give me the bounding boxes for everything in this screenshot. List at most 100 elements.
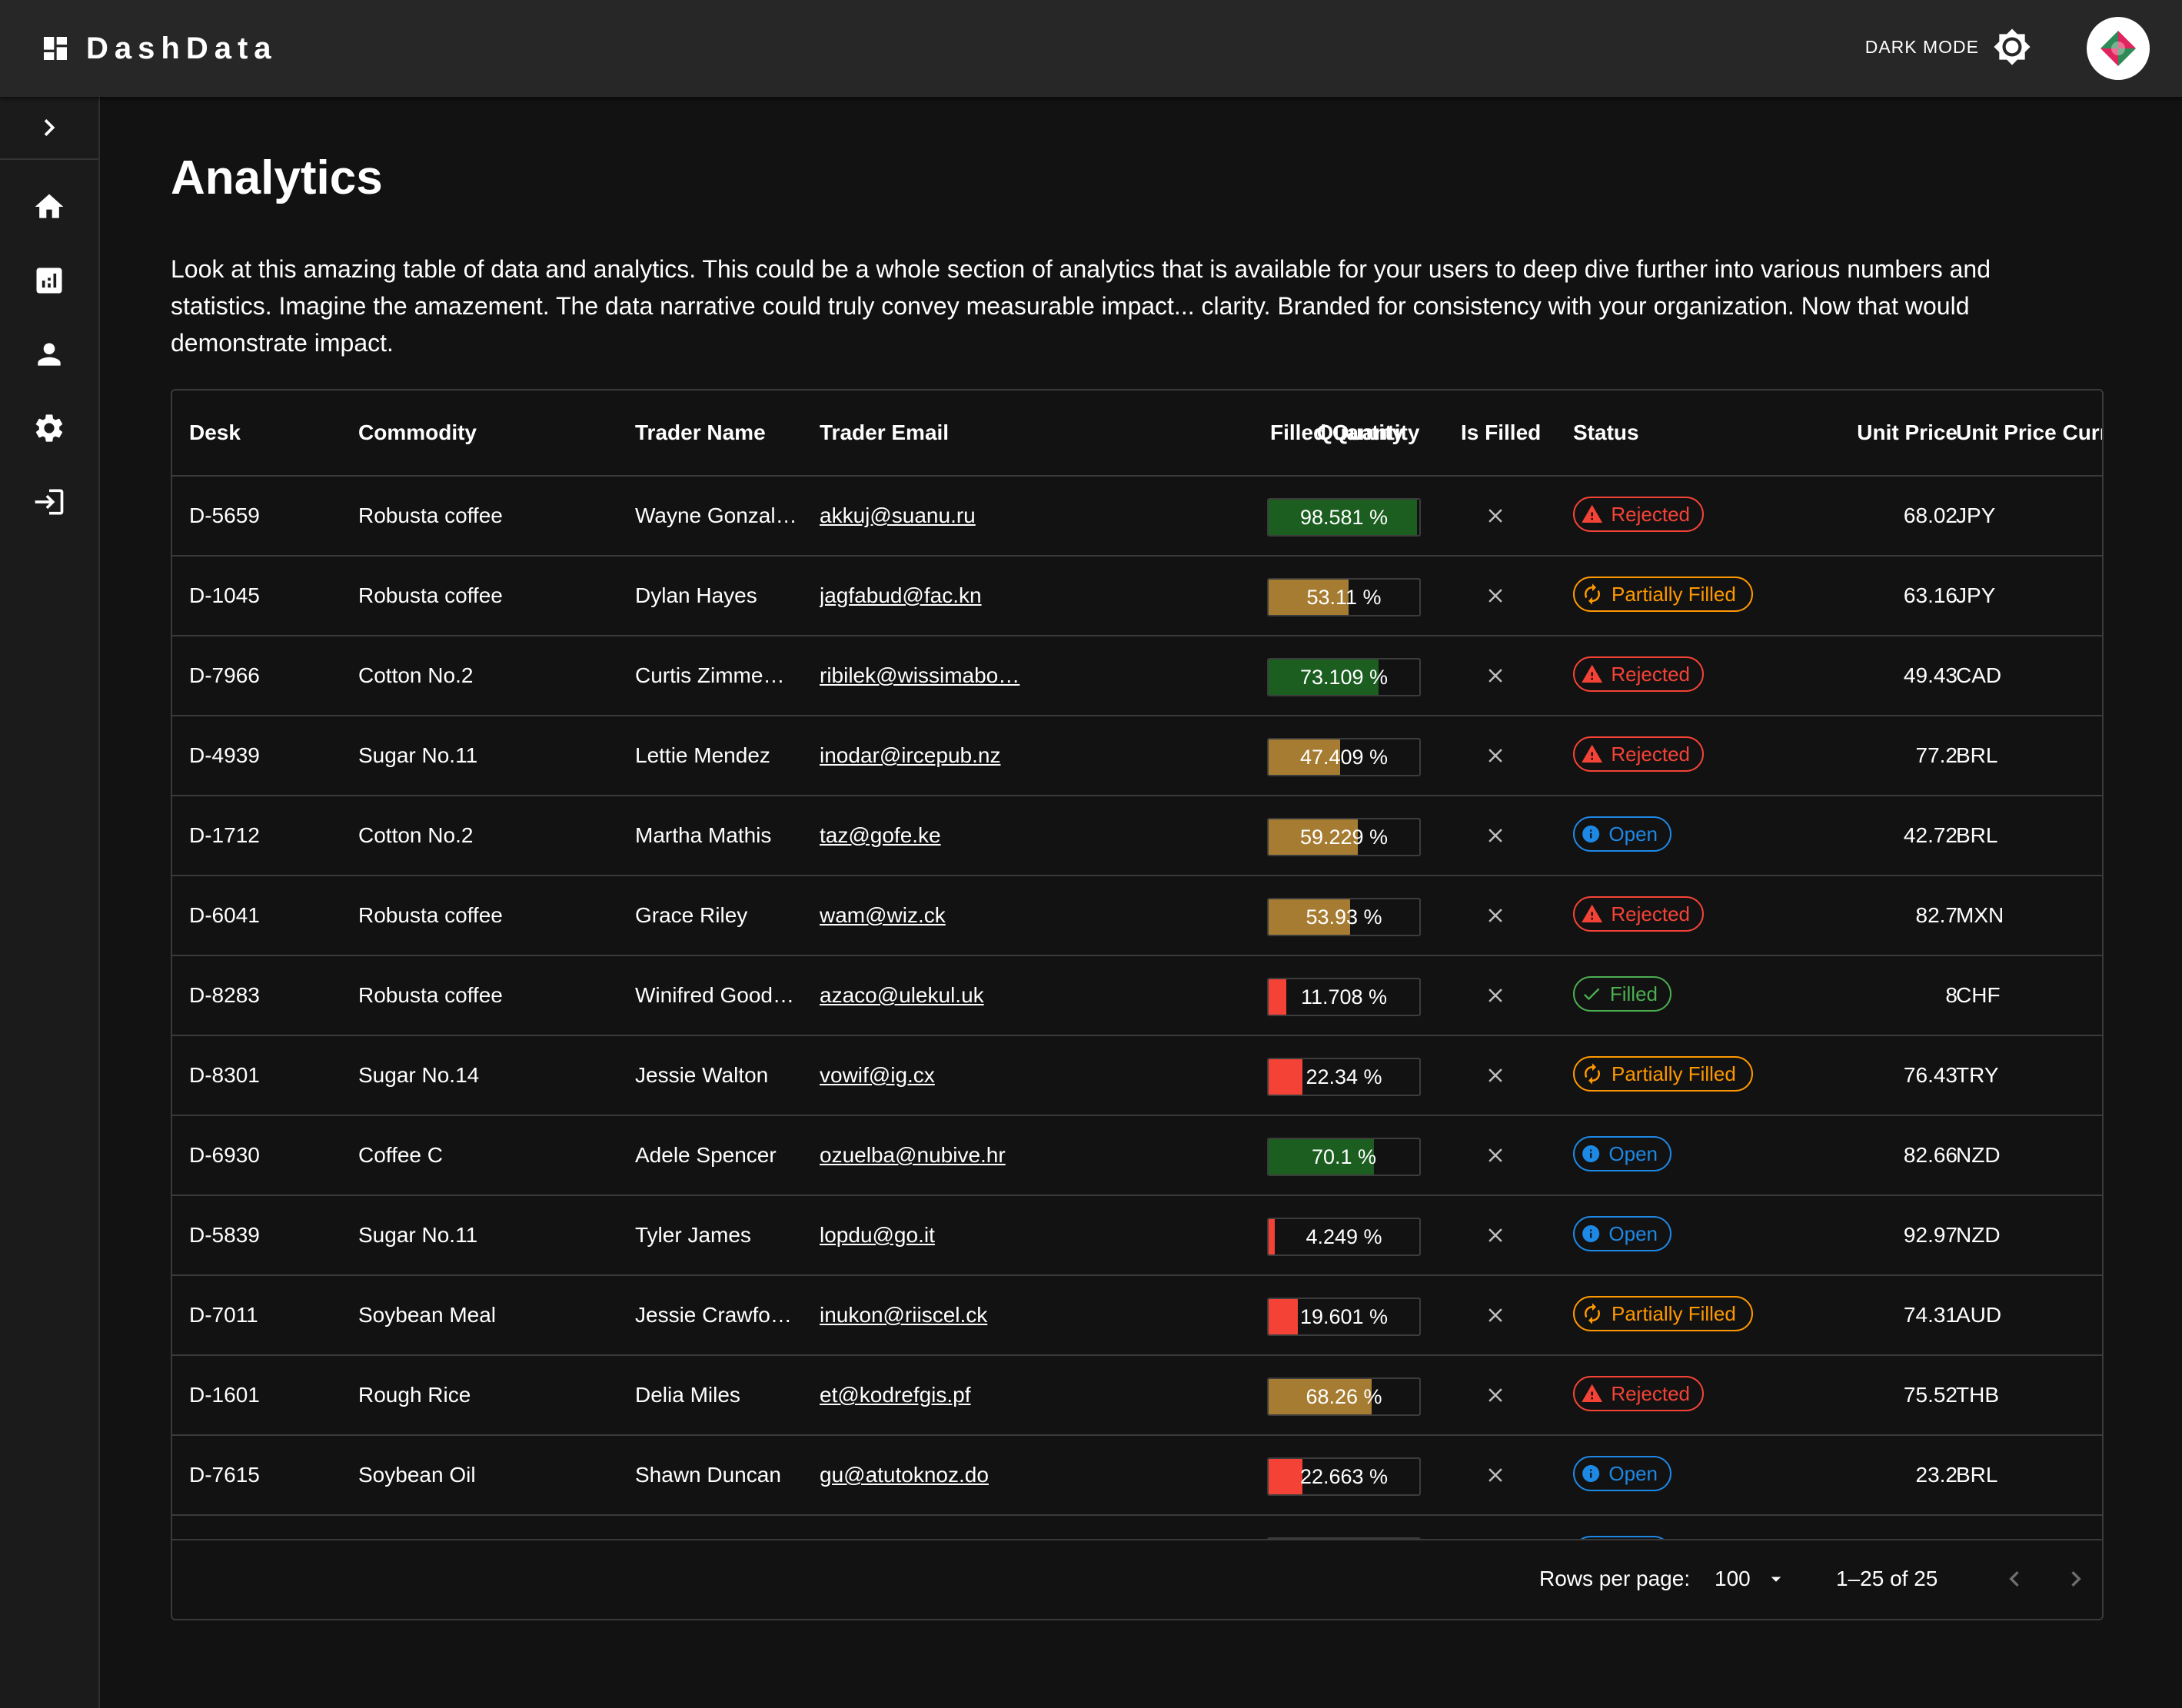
cell-commodity[interactable]: Sugar No.11 (358, 1196, 620, 1274)
sidebar-item-login[interactable] (0, 467, 98, 537)
status-badge[interactable]: Rejected (1573, 736, 1704, 772)
status-badge[interactable]: Rejected (1573, 1376, 1704, 1411)
cell-trader-name[interactable]: Jessie Walton (635, 1036, 806, 1115)
cell-unit-price-currency[interactable]: NZD (1956, 1116, 2094, 1195)
column-header-desk[interactable]: Desk (189, 390, 241, 475)
filled-quantity-bar[interactable]: 98.581 % (1267, 498, 1421, 537)
column-header-status[interactable]: Status (1573, 390, 1639, 475)
cell-desk[interactable]: D-8301 (189, 1036, 343, 1115)
table-row[interactable]: D-7966 Cotton No.2 Curtis Zimme… ribilek@wi… (172, 636, 2102, 716)
table-row[interactable]: D-7011 Soybean Meal Jessie Crawfo… inukon@r… (172, 1276, 2102, 1356)
table-row[interactable] (172, 1516, 2102, 1542)
filled-quantity-bar[interactable]: 59.229 % (1267, 818, 1421, 856)
cell-commodity[interactable]: Robusta coffee (358, 876, 620, 955)
sidebar-item-home[interactable] (0, 172, 98, 241)
cell-trader-name[interactable]: Adele Spencer (635, 1116, 806, 1195)
cell-unit-price-currency[interactable]: MXN (1956, 876, 2094, 955)
cell-unit-price-currency[interactable]: CHF (1956, 956, 2094, 1035)
trader-email-link[interactable]: inukon@riiscel.ck (820, 1276, 1050, 1354)
cell-unit-price[interactable]: 82.7 (1741, 876, 1958, 955)
column-header-filled-quantity[interactable]: Filled Quantity (1270, 390, 1419, 475)
cell-unit-price[interactable]: 77.2 (1741, 716, 1958, 795)
cell-unit-price[interactable]: 74.31 (1741, 1276, 1957, 1354)
filled-quantity-bar[interactable]: 11.708 % (1267, 978, 1421, 1016)
cell-commodity[interactable]: Rough Rice (358, 1356, 620, 1434)
cell-trader-name[interactable]: Martha Mathis (635, 796, 806, 875)
table-row[interactable]: D-6930 Coffee C Adele Spencer ozuelba@nubiv… (172, 1116, 2102, 1196)
cell-commodity[interactable]: Cotton No.2 (358, 796, 620, 875)
table-row[interactable]: D-4939 Sugar No.11 Lettie Mendez inodar@irc… (172, 716, 2102, 796)
cell-trader-name[interactable]: Shawn Duncan (635, 1436, 806, 1514)
sidebar-item-settings[interactable] (0, 394, 98, 463)
cell-unit-price-currency[interactable]: JPY (1956, 557, 2094, 635)
filled-quantity-bar[interactable]: 53.93 % (1267, 898, 1421, 936)
status-badge[interactable]: Open (1573, 1136, 1671, 1171)
trader-email-link[interactable]: et@kodrefgis.pf (820, 1356, 1050, 1434)
status-badge[interactable]: Open (1573, 1456, 1671, 1491)
rows-per-page-select[interactable]: 100 (1715, 1540, 1788, 1617)
table-body[interactable]: D-5659 Robusta coffee Wayne Gonzal… akkuj@s… (172, 477, 2102, 1542)
table-row[interactable]: D-6041 Robusta coffee Grace Riley wam@wiz.c… (172, 876, 2102, 956)
filled-quantity-bar[interactable]: 22.34 % (1267, 1058, 1421, 1096)
cell-trader-name[interactable]: Dylan Hayes (635, 557, 806, 635)
table-row[interactable]: D-8301 Sugar No.14 Jessie Walton vowif@ig.c… (172, 1036, 2102, 1116)
cell-desk[interactable]: D-4939 (189, 716, 343, 795)
trader-email-link[interactable]: vowif@ig.cx (820, 1036, 1050, 1115)
cell-trader-name[interactable]: Lettie Mendez (635, 716, 806, 795)
dark-mode-toggle[interactable]: DARK MODE (1865, 28, 2031, 66)
table-row[interactable]: D-5839Sugar No.11Tyler Jameslopdu@go.it7… (172, 1196, 2102, 1276)
cell-trader-name[interactable]: Wayne Gonzal… (635, 477, 806, 555)
status-badge[interactable]: Partially Filled (1573, 1296, 1753, 1331)
filled-quantity-bar[interactable]: 4.249 % (1267, 1218, 1421, 1256)
cell-unit-price[interactable]: 68.02 (1741, 477, 1957, 555)
status-badge[interactable]: Filled (1573, 976, 1671, 1012)
trader-email-link[interactable]: ribilek@wissimabo… (820, 636, 1050, 715)
cell-desk[interactable]: D-8283 (189, 956, 343, 1035)
cell-trader-name[interactable]: Winifred Good… (635, 956, 806, 1035)
cell-desk[interactable]: D-5839 (189, 1196, 343, 1274)
cell-unit-price-currency[interactable]: BRL (1956, 796, 2094, 875)
column-header-unit-price[interactable]: Unit Price (1741, 390, 1957, 475)
trader-email-link[interactable]: akkuj@suanu.ru (820, 477, 1050, 555)
next-page-button[interactable] (2057, 1560, 2094, 1597)
filled-quantity-bar[interactable]: 22.663 % (1267, 1457, 1421, 1496)
status-badge[interactable]: Partially Filled (1573, 577, 1753, 612)
trader-email-link[interactable]: jagfabud@fac.kn (820, 557, 1050, 635)
cell-unit-price[interactable]: 23.2 (1741, 1436, 1958, 1514)
cell-unit-price-currency[interactable]: BRL (1956, 716, 2094, 795)
cell-desk[interactable]: D-1045 (189, 557, 343, 635)
cell-unit-price[interactable]: 75.52 (1741, 1356, 1957, 1434)
filled-quantity-bar[interactable]: 70.1 % (1267, 1138, 1421, 1176)
table-row[interactable]: D-1045 Robusta coffee Dylan Hayes jagfabud@… (172, 557, 2102, 636)
cell-desk[interactable]: D-1601 (189, 1356, 343, 1434)
cell-commodity[interactable]: Robusta coffee (358, 956, 620, 1035)
cell-unit-price-currency[interactable]: THB (1956, 1356, 2094, 1434)
cell-unit-price[interactable]: 42.72 (1741, 796, 1957, 875)
trader-email-link[interactable]: gu@atutoknoz.do (820, 1436, 1050, 1514)
cell-commodity[interactable]: Sugar No.11 (358, 716, 620, 795)
column-header-trader-name[interactable]: Trader Name (635, 390, 766, 475)
cell-commodity[interactable]: Sugar No.14 (358, 1036, 620, 1115)
cell-trader-name[interactable]: Curtis Zimme… (635, 636, 806, 715)
cell-unit-price-currency[interactable]: CAD (1956, 636, 2094, 715)
filled-quantity-bar[interactable]: 68.26 % (1267, 1377, 1421, 1416)
table-row[interactable]: D-1712 Cotton No.2 Martha Mathis taz@gofe.k… (172, 796, 2102, 876)
cell-desk[interactable]: D-7011 (189, 1276, 343, 1354)
brightness-icon[interactable] (1993, 28, 2031, 66)
cell-unit-price[interactable]: 8 (1741, 956, 1957, 1035)
cell-trader-name[interactable]: Tyler James (635, 1196, 806, 1274)
cell-trader-name[interactable]: Grace Riley (635, 876, 806, 955)
column-header-is-filled[interactable]: Is Filled (1461, 390, 1541, 475)
cell-unit-price-currency[interactable]: AUD (1956, 1276, 2094, 1354)
trader-email-link[interactable]: taz@gofe.ke (820, 796, 1050, 875)
cell-commodity[interactable]: Soybean Meal (358, 1276, 620, 1354)
cell-unit-price-currency[interactable]: NZD (1956, 1196, 2094, 1274)
trader-email-link[interactable]: lopdu@go.it (820, 1196, 1050, 1274)
status-badge[interactable]: Rejected (1573, 497, 1704, 532)
cell-unit-price[interactable]: 82.66 (1741, 1116, 1957, 1195)
avatar[interactable] (2087, 17, 2150, 80)
cell-trader-name[interactable]: Delia Miles (635, 1356, 806, 1434)
cell-desk[interactable]: D-1712 (189, 796, 343, 875)
filled-quantity-bar[interactable]: 73.109 % (1267, 658, 1421, 696)
cell-unit-price-currency[interactable]: JPY (1956, 477, 2094, 555)
